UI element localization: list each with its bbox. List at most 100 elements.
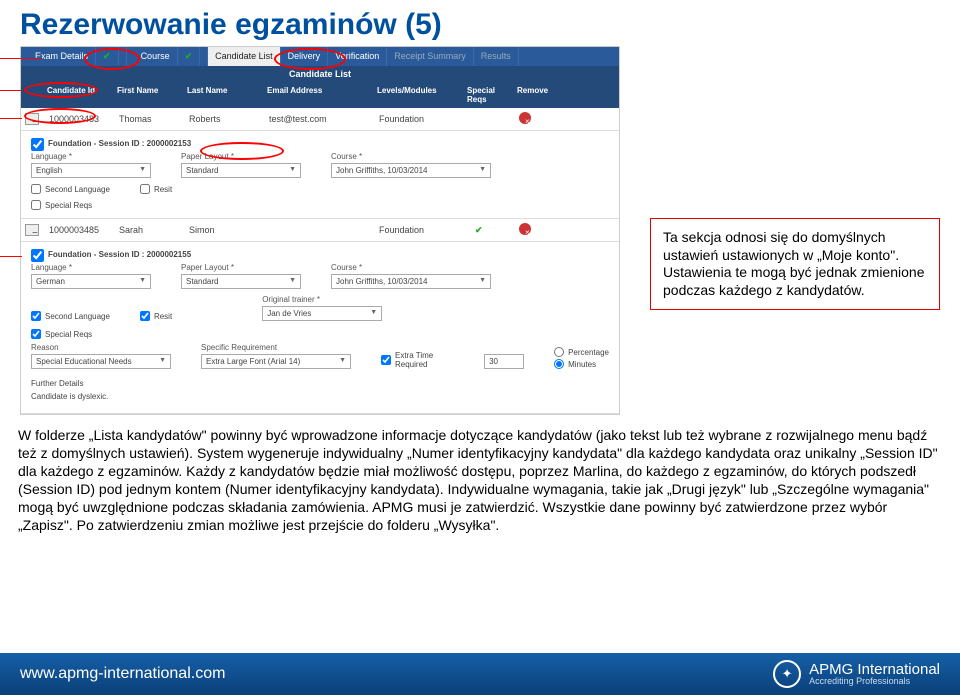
table-row: − 1000003483 Thomas Roberts test@test.co…	[21, 108, 619, 131]
extra-time-label: Extra Time Required	[395, 351, 454, 369]
cell-id: 1000003483	[43, 110, 113, 128]
table-row: − 1000003485 Sarah Simon Foundation ✔ ×	[21, 219, 619, 242]
remove-button[interactable]: ×	[513, 108, 563, 130]
tab-candidate-list[interactable]: Candidate List	[208, 47, 281, 66]
percentage-label: Percentage	[568, 348, 609, 357]
cell-lm: Foundation	[373, 221, 463, 239]
chevron-down-icon: ▼	[479, 277, 486, 286]
session-panel: Foundation - Session ID : 2000002155 Lan…	[21, 242, 619, 414]
table-header: Candidate Id First Name Last Name Email …	[21, 82, 619, 108]
red-arrow	[0, 118, 22, 119]
second-language-checkbox[interactable]	[31, 311, 41, 321]
course-select[interactable]: John Griffiths, 10/03/2014▼	[331, 274, 491, 289]
paper-layout-label: Paper Layout *	[181, 263, 301, 272]
extra-time-checkbox[interactable]	[381, 355, 391, 365]
special-reqs-label: Special Reqs	[45, 201, 92, 210]
cell-sr	[463, 115, 513, 123]
tab-delivery[interactable]: Delivery	[281, 47, 329, 66]
chevron-down-icon: ▼	[139, 277, 146, 286]
course-select[interactable]: John Griffiths, 10/03/2014▼	[331, 163, 491, 178]
tab-exam-details[interactable]: Exam Details✔	[21, 47, 127, 66]
cell-em[interactable]	[263, 226, 373, 234]
remove-button[interactable]: ×	[513, 219, 563, 241]
paper-layout-select[interactable]: Standard▼	[181, 274, 301, 289]
reason-label: Reason	[31, 343, 171, 352]
course-label: Course *	[331, 152, 491, 161]
collapse-icon[interactable]: −	[25, 224, 39, 236]
minutes-radio[interactable]	[554, 359, 564, 369]
session-label: Foundation - Session ID : 2000002155	[48, 248, 191, 263]
col-special-reqs: Special Reqs	[461, 82, 511, 108]
resit-checkbox[interactable]	[140, 311, 150, 321]
remove-icon: ×	[519, 112, 531, 124]
special-reqs-label: Special Reqs	[45, 330, 92, 339]
chevron-down-icon: ▼	[289, 166, 296, 175]
tab-course[interactable]: Course✔	[127, 47, 209, 66]
chevron-down-icon: ▼	[479, 166, 486, 175]
cell-lm: Foundation	[373, 110, 463, 128]
extra-time-value[interactable]: 30	[484, 354, 524, 369]
further-details-value[interactable]: Candidate is dyslexic.	[31, 392, 609, 405]
chevron-down-icon: ▼	[159, 357, 166, 366]
tab-results: Results	[474, 47, 519, 66]
cell-fn[interactable]: Thomas	[113, 110, 183, 128]
footer: www.apmg-international.com ✦ APMG Intern…	[0, 653, 960, 695]
app-screenshot: Exam Details✔ Course✔ Candidate List Del…	[20, 46, 620, 415]
resit-label: Resit	[154, 312, 172, 321]
col-levels-modules: Levels/Modules	[371, 82, 461, 108]
language-select[interactable]: English▼	[31, 163, 151, 178]
cell-sr: ✔	[463, 221, 513, 240]
language-label: Language *	[31, 152, 151, 161]
reason-select[interactable]: Special Educational Needs▼	[31, 354, 171, 369]
footer-url: www.apmg-international.com	[20, 665, 225, 683]
tab-verification[interactable]: Verification	[328, 47, 387, 66]
second-language-checkbox[interactable]	[31, 184, 41, 194]
red-arrow	[0, 90, 22, 91]
info-callout: Ta sekcja odnosi się do domyślnych ustaw…	[650, 218, 940, 310]
second-language-label: Second Language	[45, 185, 110, 194]
chevron-down-icon: ▼	[339, 357, 346, 366]
chevron-down-icon: ▼	[139, 166, 146, 175]
original-trainer-select[interactable]: Jan de Vries▼	[262, 306, 382, 321]
tab-bar: Exam Details✔ Course✔ Candidate List Del…	[21, 47, 619, 66]
session-label: Foundation - Session ID : 2000002153	[48, 137, 191, 152]
col-candidate-id: Candidate Id	[41, 82, 111, 108]
language-label: Language *	[31, 263, 151, 272]
col-last-name: Last Name	[181, 82, 261, 108]
sub-header: Candidate List	[21, 66, 619, 82]
remove-icon: ×	[519, 223, 531, 235]
footer-tagline: Accrediting Professionals	[809, 677, 940, 686]
special-reqs-checkbox[interactable]	[31, 329, 41, 339]
col-first-name: First Name	[111, 82, 181, 108]
percentage-radio[interactable]	[554, 347, 564, 357]
special-reqs-checkbox[interactable]	[31, 200, 41, 210]
cell-em[interactable]: test@test.com	[263, 110, 373, 128]
session-checkbox[interactable]	[31, 249, 44, 262]
cell-ln[interactable]: Roberts	[183, 110, 263, 128]
footer-brand: APMG International	[809, 662, 940, 677]
collapse-icon[interactable]: −	[25, 113, 39, 125]
col-remove: Remove	[511, 82, 561, 108]
further-details-label: Further Details	[31, 375, 609, 392]
check-icon: ✔	[178, 47, 201, 65]
tab-receipt-summary: Receipt Summary	[387, 47, 474, 66]
specific-requirement-label: Specific Requirement	[201, 343, 351, 352]
col-email: Email Address	[261, 82, 371, 108]
globe-icon: ✦	[773, 660, 801, 688]
resit-label: Resit	[154, 185, 172, 194]
cell-ln[interactable]: Simon	[183, 221, 263, 239]
paper-layout-label: Paper Layout *	[181, 152, 301, 161]
cell-fn[interactable]: Sarah	[113, 221, 183, 239]
paper-layout-select[interactable]: Standard▼	[181, 163, 301, 178]
content-area: Exam Details✔ Course✔ Candidate List Del…	[0, 46, 960, 415]
specific-requirement-select[interactable]: Extra Large Font (Arial 14)▼	[201, 354, 351, 369]
language-select[interactable]: German▼	[31, 274, 151, 289]
second-language-label: Second Language	[45, 312, 110, 321]
original-trainer-label: Original trainer *	[262, 295, 382, 304]
body-paragraph: W folderze „Lista kandydatów" powinny by…	[0, 415, 960, 540]
page-title: Rezerwowanie egzaminów (5)	[0, 0, 960, 46]
resit-checkbox[interactable]	[140, 184, 150, 194]
session-checkbox[interactable]	[31, 138, 44, 151]
course-label: Course *	[331, 263, 491, 272]
footer-logo: ✦ APMG International Accrediting Profess…	[773, 660, 940, 688]
